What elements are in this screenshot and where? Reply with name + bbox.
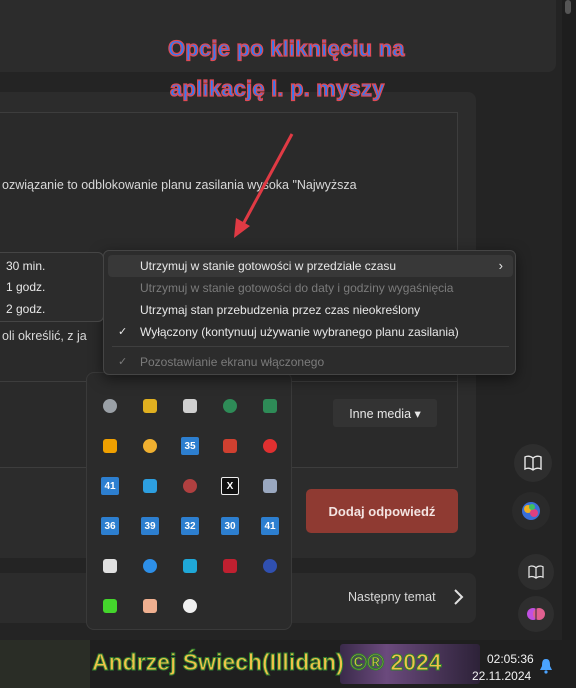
calendar-36-icon[interactable]: 36 bbox=[101, 517, 119, 535]
context-menu: Utrzymuj w stanie gotowości w przedziale… bbox=[103, 250, 516, 375]
menu-item-keep-awake-interval[interactable]: Utrzymuj w stanie gotowości w przedziale… bbox=[108, 255, 513, 277]
chevron-right-icon: › bbox=[498, 258, 503, 273]
disc-icon[interactable] bbox=[101, 437, 119, 455]
menu-item-label: Utrzymuj w stanie gotowości do daty i go… bbox=[140, 281, 454, 295]
hand-icon[interactable] bbox=[141, 597, 159, 615]
chevron-right-icon[interactable] bbox=[452, 588, 464, 606]
annotation-line-2: aplikację l. p. myszy bbox=[169, 75, 385, 101]
usb-icon[interactable] bbox=[101, 557, 119, 575]
pokeball-icon[interactable] bbox=[261, 437, 279, 455]
taskbar-left-area bbox=[0, 640, 90, 688]
menu-item-label: Pozostawianie ekranu włączonego bbox=[140, 355, 325, 369]
menu-item-keep-screen-on: ✓ Pozostawianie ekranu włączonego bbox=[108, 351, 513, 373]
annotation-arrow-icon bbox=[234, 133, 294, 238]
checkmark-icon: ✓ bbox=[118, 326, 128, 338]
add-reply-button[interactable]: Dodaj odpowiedź bbox=[306, 489, 458, 533]
storage-icon[interactable] bbox=[141, 477, 159, 495]
battery-icon[interactable] bbox=[181, 477, 199, 495]
menu-item-label: Utrzymuj w stanie gotowości w przedziale… bbox=[140, 259, 397, 273]
reader-button-2[interactable] bbox=[518, 554, 554, 590]
calendar-35-icon[interactable]: 35 bbox=[181, 437, 199, 455]
clock-date[interactable]: 22.11.2024 bbox=[472, 669, 531, 683]
menu-separator bbox=[112, 346, 509, 347]
other-media-button[interactable]: Inne media ▾ bbox=[333, 399, 437, 427]
razer-icon[interactable] bbox=[101, 597, 119, 615]
network-icon-2[interactable] bbox=[261, 397, 279, 415]
scroll-thumb[interactable] bbox=[565, 0, 571, 14]
watermark-signature: Andrzej Świech(Illidan) ©® 2024 bbox=[92, 649, 443, 676]
x-app-icon[interactable]: X bbox=[221, 477, 239, 495]
editor-text-line-2: oli określić, z ja bbox=[2, 329, 87, 343]
user-badge-icon[interactable] bbox=[261, 477, 279, 495]
submenu-item-2h[interactable]: 2 godz. bbox=[6, 302, 45, 316]
assistant-button[interactable] bbox=[512, 492, 550, 530]
next-topic-link[interactable]: Następny temat bbox=[348, 590, 436, 604]
quote-app-icon[interactable] bbox=[261, 557, 279, 575]
coffee-cup-icon[interactable] bbox=[101, 397, 119, 415]
page-scrollbar[interactable] bbox=[562, 0, 576, 640]
tray-overflow-flyout: 35 41 X 36 39 32 30 41 bbox=[86, 372, 292, 630]
editor-text-line: ozwiązanie to odblokowanie planu zasilan… bbox=[2, 178, 357, 192]
calculator-icon[interactable] bbox=[181, 397, 199, 415]
menu-item-off[interactable]: ✓ Wyłączony (kontynuuj używanie wybraneg… bbox=[108, 321, 513, 343]
checkmark-icon: ✓ bbox=[118, 356, 128, 368]
brightness-icon[interactable] bbox=[181, 597, 199, 615]
book-icon bbox=[524, 455, 542, 471]
monitor-color-icon[interactable] bbox=[141, 397, 159, 415]
brain-icon bbox=[522, 502, 540, 520]
interval-submenu: 30 min. 1 godz. 2 godz. bbox=[0, 252, 104, 322]
menu-item-label: Utrzymaj stan przebudzenia przez czas ni… bbox=[140, 303, 421, 317]
submenu-item-1h[interactable]: 1 godz. bbox=[6, 280, 45, 294]
brain-pink-icon bbox=[527, 608, 545, 620]
weather-icon[interactable] bbox=[141, 437, 159, 455]
app-grid-icon[interactable] bbox=[221, 437, 239, 455]
calendar-32-icon[interactable]: 32 bbox=[181, 517, 199, 535]
bell-icon[interactable] bbox=[539, 658, 553, 674]
reader-button[interactable] bbox=[514, 444, 552, 482]
calendar-41b-icon[interactable]: 41 bbox=[261, 517, 279, 535]
menu-item-keep-awake-indefinitely[interactable]: Utrzymaj stan przebudzenia przez czas ni… bbox=[108, 299, 513, 321]
edge-icon[interactable] bbox=[181, 557, 199, 575]
book-icon-2 bbox=[528, 565, 544, 579]
calendar-39-icon[interactable]: 39 bbox=[141, 517, 159, 535]
clock-time[interactable]: 02:05:36 bbox=[487, 652, 534, 666]
annotation-line-1: Opcje po kliknięciu na bbox=[167, 35, 405, 61]
bluetooth-icon[interactable] bbox=[141, 557, 159, 575]
calendar-41-icon[interactable]: 41 bbox=[101, 477, 119, 495]
menu-item-label: Wyłączony (kontynuuj używanie wybranego … bbox=[140, 325, 459, 339]
network-icon[interactable] bbox=[221, 397, 239, 415]
menu-item-keep-awake-until: Utrzymuj w stanie gotowości do daty i go… bbox=[108, 277, 513, 299]
calendar-30-icon[interactable]: 30 bbox=[221, 517, 239, 535]
copilot-button[interactable] bbox=[518, 596, 554, 632]
submenu-item-30min[interactable]: 30 min. bbox=[6, 259, 45, 273]
red-app-icon[interactable] bbox=[221, 557, 239, 575]
